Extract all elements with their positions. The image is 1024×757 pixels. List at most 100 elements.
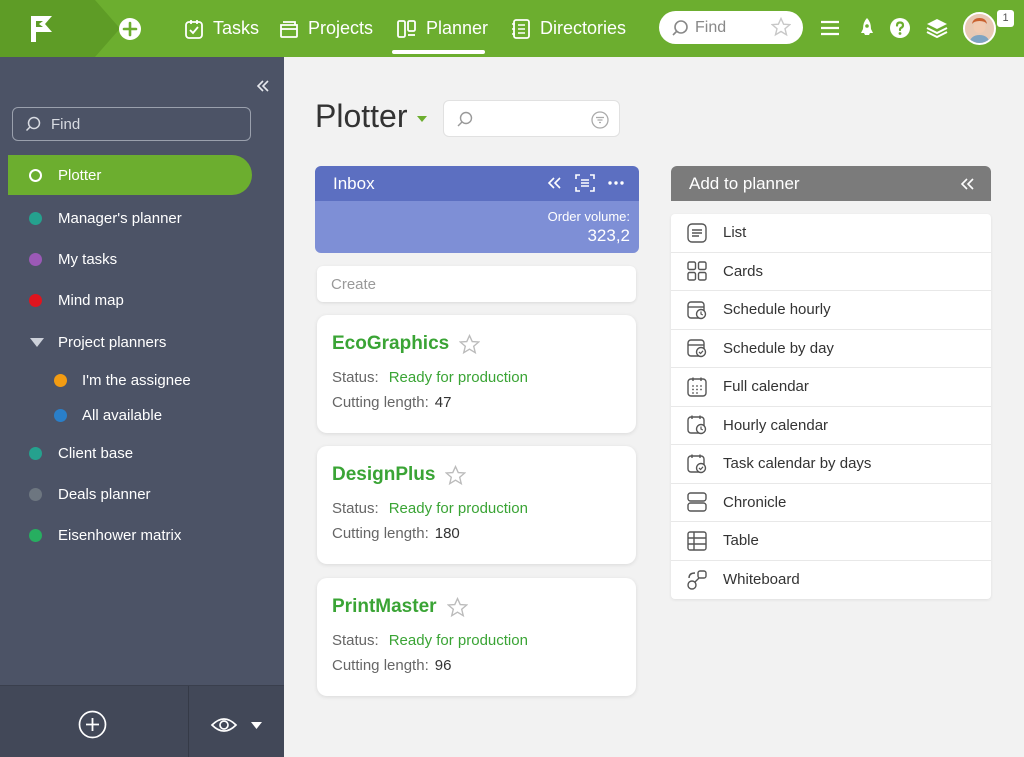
- sidebar-item-label: Mind map: [58, 291, 124, 309]
- sidebar-item-eisenhower-matrix[interactable]: Eisenhower matrix: [8, 515, 252, 555]
- search-icon: [672, 19, 688, 36]
- add-view-list[interactable]: List: [671, 214, 991, 253]
- task-card-title[interactable]: DesignPlus: [332, 464, 435, 486]
- scan-icon[interactable]: [575, 174, 595, 192]
- task-card-title[interactable]: EcoGraphics: [332, 333, 449, 355]
- sidebar-item-deals-planner[interactable]: Deals planner: [8, 474, 252, 514]
- main-content: Plotter Inbox Order volume: 323,2 Create…: [284, 57, 1024, 757]
- cutting-length-label: Cutting length:: [332, 394, 429, 411]
- task-card[interactable]: EcoGraphics Status: Ready for production…: [317, 315, 636, 433]
- add-view-label: Table: [723, 532, 759, 550]
- directories-icon: [512, 18, 530, 39]
- sidebar-item-im-the-assignee[interactable]: I'm the assignee: [8, 360, 252, 400]
- sidebar-item-label: Deals planner: [58, 485, 151, 503]
- cutting-length-value: 96: [434, 657, 452, 674]
- sidebar-item-mind-map[interactable]: Mind map: [8, 280, 252, 320]
- add-view-label: Hourly calendar: [723, 416, 829, 434]
- planner-dot-icon: [29, 487, 42, 501]
- cutting-length-value: 180: [434, 525, 460, 542]
- nav-projects[interactable]: Projects: [278, 0, 373, 57]
- inbox-title: Inbox: [333, 173, 375, 193]
- logo-arrow: [90, 0, 120, 57]
- sidebar-item-all-available[interactable]: All available: [8, 395, 252, 435]
- star-icon[interactable]: [446, 596, 468, 618]
- add-view-cards[interactable]: Cards: [671, 253, 991, 291]
- order-volume-value: 323,2: [587, 226, 630, 245]
- rocket-icon[interactable]: [855, 16, 879, 40]
- sidebar: Find Plotter Manager's planner My tasks …: [0, 57, 284, 757]
- planner-icon: [397, 19, 416, 38]
- active-nav-indicator: [392, 50, 485, 54]
- sidebar-item-my-tasks[interactable]: My tasks: [8, 239, 252, 279]
- planner-dot-icon: [29, 528, 42, 542]
- sidebar-group-project-planners[interactable]: Project planners: [8, 322, 252, 362]
- task-card[interactable]: PrintMaster Status: Ready for production…: [317, 578, 636, 696]
- add-view-task-calendar-by-days[interactable]: Task calendar by days: [671, 445, 991, 484]
- add-view-label: Schedule hourly: [723, 301, 831, 319]
- status-label: Status:: [332, 500, 379, 517]
- sidebar-search-input[interactable]: Find: [12, 107, 251, 141]
- page-title[interactable]: Plotter: [315, 98, 428, 135]
- add-view-schedule-hourly[interactable]: Schedule hourly: [671, 291, 991, 330]
- visibility-eye-icon[interactable]: [210, 714, 238, 736]
- full-calendar-icon: [687, 377, 707, 397]
- sidebar-search-placeholder: Find: [51, 115, 81, 133]
- table-icon: [687, 531, 707, 551]
- logo-flag-icon[interactable]: [28, 14, 54, 44]
- tasks-icon: [185, 19, 203, 39]
- add-view-full-calendar[interactable]: Full calendar: [671, 368, 991, 407]
- notification-badge[interactable]: 1: [997, 10, 1014, 27]
- status-value: Ready for production: [388, 369, 528, 386]
- planner-dot-icon: [54, 408, 67, 422]
- footer-divider: [188, 686, 189, 757]
- add-view-label: Schedule by day: [723, 339, 834, 357]
- inbox-summary: Order volume: 323,2: [315, 201, 639, 253]
- user-avatar[interactable]: [963, 12, 996, 45]
- collapse-panel-icon[interactable]: [959, 176, 975, 192]
- collapse-column-icon[interactable]: [545, 174, 563, 192]
- chevron-down-icon[interactable]: [251, 722, 262, 730]
- sidebar-group-label: Project planners: [58, 333, 167, 351]
- collapse-sidebar-icon[interactable]: [256, 79, 270, 93]
- sidebar-item-managers-planner[interactable]: Manager's planner: [8, 198, 252, 238]
- add-view-hourly-calendar[interactable]: Hourly calendar: [671, 407, 991, 445]
- inbox-column: Inbox Order volume: 323,2 Create EcoGrap…: [315, 166, 639, 696]
- add-view-label: Cards: [723, 262, 764, 280]
- global-search-input[interactable]: Find: [659, 11, 803, 44]
- add-view-table[interactable]: Table: [671, 522, 991, 561]
- task-card[interactable]: DesignPlus Status: Ready for production …: [317, 446, 636, 564]
- layers-icon[interactable]: [925, 16, 949, 40]
- add-new-icon[interactable]: [118, 17, 142, 41]
- sidebar-item-client-base[interactable]: Client base: [8, 433, 252, 473]
- nav-projects-label: Projects: [308, 18, 374, 38]
- create-task-input[interactable]: Create: [317, 266, 636, 302]
- menu-icon[interactable]: [818, 16, 842, 40]
- order-volume-label: Order volume:: [547, 209, 630, 224]
- favorites-star-icon[interactable]: [771, 17, 791, 37]
- more-options-icon[interactable]: [607, 174, 625, 192]
- sidebar-item-label: My tasks: [58, 250, 118, 268]
- planner-search-input[interactable]: [443, 100, 620, 137]
- add-view-label: Chronicle: [723, 493, 787, 511]
- title-dropdown-icon[interactable]: [417, 115, 428, 122]
- add-planner-icon[interactable]: [78, 710, 107, 739]
- inbox-header: Inbox: [315, 166, 639, 201]
- search-icon: [25, 116, 41, 132]
- page-title-text: Plotter: [315, 98, 408, 134]
- task-card-title[interactable]: PrintMaster: [332, 596, 437, 618]
- create-task-placeholder: Create: [331, 275, 377, 293]
- add-view-schedule-by-day[interactable]: Schedule by day: [671, 330, 991, 368]
- expand-triangle-icon[interactable]: [30, 337, 44, 347]
- star-icon[interactable]: [445, 464, 467, 486]
- add-view-chronicle[interactable]: Chronicle: [671, 484, 991, 522]
- filter-icon[interactable]: [591, 111, 609, 129]
- nav-directories[interactable]: Directories: [510, 0, 626, 57]
- nav-tasks[interactable]: Tasks: [183, 0, 259, 57]
- add-view-whiteboard[interactable]: Whiteboard: [671, 561, 991, 600]
- star-icon[interactable]: [459, 333, 481, 355]
- help-icon[interactable]: [888, 16, 912, 40]
- planner-dot-icon: [54, 373, 67, 387]
- nav-planner[interactable]: Planner: [396, 0, 488, 57]
- cutting-length-value: 47: [434, 394, 452, 411]
- sidebar-item-plotter[interactable]: Plotter: [8, 155, 252, 195]
